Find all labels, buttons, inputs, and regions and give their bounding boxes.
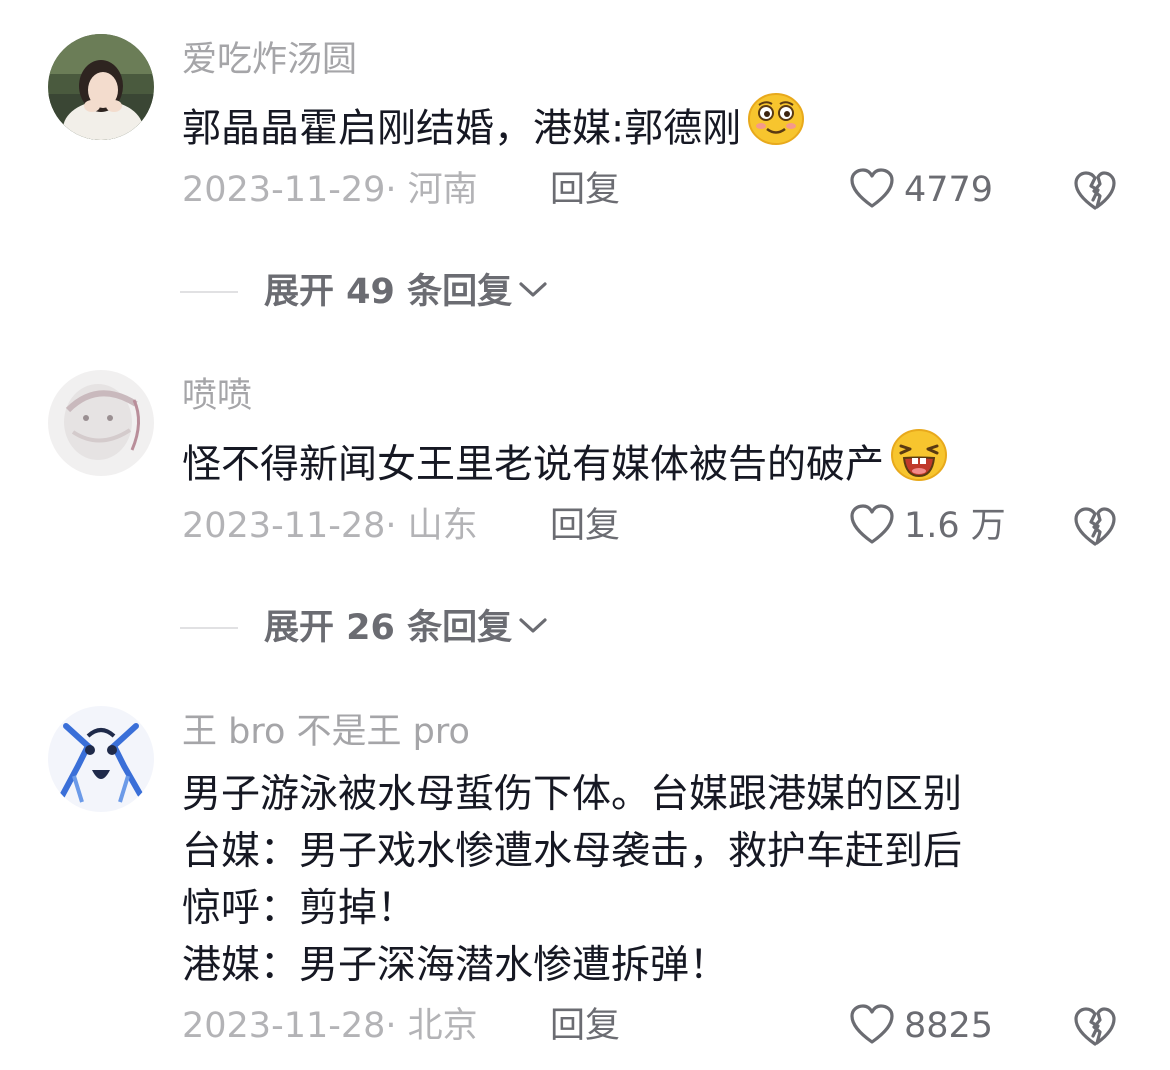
- comment-text: 郭晶晶霍启刚结婚，港媒:郭德刚: [182, 93, 805, 166]
- broken-heart-icon: [1072, 1007, 1118, 1052]
- comment-date-location: 2023-11-28· 北京: [182, 1006, 478, 1046]
- comment-date-location: 2023-11-29· 河南: [182, 170, 478, 210]
- dislike-button[interactable]: [1072, 168, 1118, 212]
- laughing-face-emoji: [890, 428, 948, 498]
- comment-username[interactable]: 爱吃炸汤圆: [182, 38, 357, 82]
- avatar[interactable]: [48, 34, 154, 140]
- like-count: 1.6 万: [904, 506, 1006, 546]
- like-button[interactable]: 1.6 万: [848, 504, 1006, 548]
- comment-text-line: 郭晶晶霍启刚结婚，港媒:郭德刚: [182, 93, 805, 166]
- comment-text: 男子游泳被水母蜇伤下体。台媒跟港媒的区别 台媒：男子戏水惨遭水母袭击，救护车赶到…: [182, 766, 962, 994]
- avatar[interactable]: [48, 706, 154, 812]
- smirk-face-emoji: [747, 92, 805, 162]
- dislike-button[interactable]: [1072, 504, 1118, 548]
- reply-button[interactable]: 回复: [550, 504, 620, 548]
- avatar[interactable]: [48, 370, 154, 476]
- like-count: 8825: [904, 1006, 994, 1046]
- broken-heart-icon: [1072, 171, 1118, 216]
- chevron-down-icon: [518, 280, 548, 304]
- like-count: 4779: [904, 170, 994, 210]
- comment-text-line: 台媒：男子戏水惨遭水母袭击，救护车赶到后: [182, 829, 963, 874]
- like-button[interactable]: 4779: [848, 168, 993, 212]
- divider-line: [180, 627, 238, 629]
- comment-username[interactable]: 王 bro 不是王 pro: [182, 710, 470, 754]
- divider-line: [180, 291, 238, 293]
- expand-replies-button[interactable]: 展开 26 条回复: [180, 606, 548, 650]
- expand-replies-label: 展开 26 条回复: [264, 608, 513, 648]
- like-button[interactable]: 8825: [848, 1004, 993, 1048]
- heart-outline-icon: [848, 1002, 896, 1050]
- comment-text-line: 怪不得新闻女王里老说有媒体被告的破产: [182, 429, 948, 502]
- heart-outline-icon: [848, 166, 896, 214]
- reply-button[interactable]: 回复: [550, 1004, 620, 1048]
- comment-text-line: 港媒：男子深海潜水惨遭拆弹！: [182, 943, 729, 988]
- comment-date-location: 2023-11-28· 山东: [182, 506, 478, 546]
- chevron-down-icon: [518, 616, 548, 640]
- dislike-button[interactable]: [1072, 1004, 1118, 1048]
- comment-text-line: 男子游泳被水母蜇伤下体。台媒跟港媒的区别: [182, 772, 963, 817]
- comment-text-line: 惊呼：剪掉！: [182, 886, 417, 931]
- comment-username[interactable]: 喷喷: [182, 374, 252, 418]
- heart-outline-icon: [848, 502, 896, 550]
- reply-button[interactable]: 回复: [550, 168, 620, 212]
- expand-replies-label: 展开 49 条回复: [264, 272, 513, 312]
- comment-text: 怪不得新闻女王里老说有媒体被告的破产: [182, 429, 948, 502]
- broken-heart-icon: [1072, 507, 1118, 552]
- expand-replies-button[interactable]: 展开 49 条回复: [180, 270, 548, 314]
